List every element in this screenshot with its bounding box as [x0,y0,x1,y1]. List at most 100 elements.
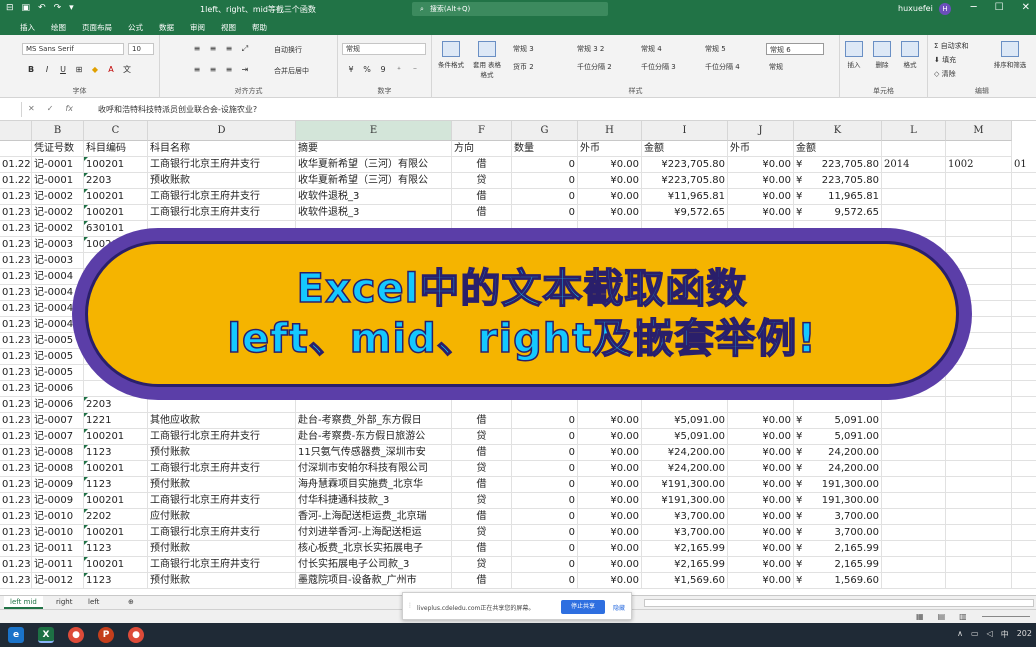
indent-icon[interactable]: ⇥ [240,65,250,75]
date-cell[interactable]: 01.23 [0,317,32,333]
stop-sharing-button[interactable]: 停止共享 [561,600,605,614]
date-cell[interactable]: 01.23 [0,189,32,205]
cell[interactable] [882,525,946,541]
cell[interactable] [882,509,946,525]
quantity-cell[interactable]: 0 [512,445,578,461]
account-code-cell[interactable]: 100201 [84,461,148,477]
input-language[interactable]: 中 [1001,629,1009,640]
wrap-text-button[interactable]: 自动换行 [274,45,302,55]
voucher-cell[interactable]: 记-0005 [32,349,84,365]
quantity-cell[interactable]: 0 [512,509,578,525]
amount-cell[interactable]: ¥191,300.00 [642,493,728,509]
direction-cell[interactable]: 借 [452,205,512,221]
merge-center-button[interactable]: 合并后居中 [274,66,309,76]
format-button[interactable]: 格式 [896,41,924,69]
account-code-cell[interactable]: 100201 [84,157,148,173]
clear-button[interactable]: ◇ 清除 [934,69,956,79]
style-thousands-4[interactable]: 千位分隔 4 [702,61,760,73]
date-cell[interactable]: 01.23 [0,557,32,573]
column-header-J[interactable]: J [728,121,794,141]
column-header-L[interactable]: L [882,121,946,141]
amount-cell[interactable]: ¥3,700.00 [642,509,728,525]
cell[interactable] [1012,509,1036,525]
quantity-cell[interactable]: 0 [512,189,578,205]
cell[interactable] [946,541,1012,557]
cell[interactable] [946,445,1012,461]
cell[interactable] [1012,557,1036,573]
cell[interactable]: 01 [1012,157,1036,173]
delete-button[interactable]: 删除 [868,41,896,69]
tab-help[interactable]: 帮助 [244,18,275,35]
date-cell[interactable]: 01.23 [0,237,32,253]
ie-icon[interactable]: e [8,627,24,643]
formula-input[interactable]: 收呼和浩特科技特派员创业联合会-设施农业? [98,104,257,115]
foreign-currency-cell[interactable]: ¥0.00 [578,461,642,477]
cell[interactable] [946,397,1012,413]
cell[interactable] [1012,269,1036,285]
align-center-icon[interactable]: ≡ [208,65,218,75]
date-cell[interactable]: 01.23 [0,429,32,445]
amount-cell[interactable]: ¥3,700.00 [794,525,882,541]
column-header-M[interactable]: M [946,121,1012,141]
direction-cell[interactable]: 贷 [452,493,512,509]
foreign-currency-cell[interactable]: ¥0.00 [728,573,794,589]
page-break-view-icon[interactable]: ▥ [959,612,967,621]
account-code-cell[interactable]: 1123 [84,573,148,589]
minimize-icon[interactable]: ─ [971,2,977,13]
voucher-cell[interactable]: 记-0007 [32,429,84,445]
redo-icon[interactable]: ↷ [54,3,62,13]
fill-button[interactable]: ⬇ 填充 [934,55,956,65]
page-layout-view-icon[interactable]: ▤ [938,612,946,621]
voucher-cell[interactable]: 记-0002 [32,189,84,205]
quantity-cell[interactable]: 0 [512,205,578,221]
date-cell[interactable]: 01.23 [0,541,32,557]
style-normal-4[interactable]: 常规 4 [638,43,696,55]
amount-cell[interactable]: ¥3,700.00 [794,509,882,525]
date-cell[interactable]: 01.23 [0,477,32,493]
cell[interactable] [946,429,1012,445]
cell[interactable] [1012,333,1036,349]
date-cell[interactable]: 01.23 [0,349,32,365]
voucher-cell[interactable]: 记-0006 [32,397,84,413]
date-cell[interactable]: 01.22 [0,157,32,173]
header-cell[interactable]: 摘要 [296,141,452,157]
header-cell[interactable]: 外币 [728,141,794,157]
header-cell[interactable]: 外币 [578,141,642,157]
italic-icon[interactable]: I [42,65,52,75]
enter-icon[interactable]: ✓ [47,104,54,113]
cell[interactable] [946,221,1012,237]
account-code-cell[interactable]: 100201 [84,557,148,573]
date-cell[interactable]: 01.23 [0,573,32,589]
cell[interactable] [1012,349,1036,365]
voucher-cell[interactable]: 记-0007 [32,413,84,429]
comma-icon[interactable]: 9 [378,65,388,75]
account-code-cell[interactable]: 1221 [84,413,148,429]
direction-cell[interactable]: 贷 [452,429,512,445]
foreign-currency-cell[interactable]: ¥0.00 [728,189,794,205]
cell[interactable] [1012,461,1036,477]
account-name-cell[interactable]: 工商银行北京王府井支行 [148,461,296,477]
memo-cell[interactable]: 赴台-考察费-东方假日旅游公 [296,429,452,445]
foreign-currency-cell[interactable]: ¥0.00 [728,205,794,221]
table-format-button[interactable]: 套用 表格格式 [470,41,504,79]
amount-cell[interactable]: ¥223,705.80 [794,157,882,173]
header-cell[interactable]: 数量 [512,141,578,157]
cell[interactable] [882,445,946,461]
voucher-cell[interactable]: 记-0003 [32,237,84,253]
cell[interactable] [1012,301,1036,317]
foreign-currency-cell[interactable]: ¥0.00 [578,157,642,173]
date-cell[interactable]: 01.23 [0,205,32,221]
tab-view[interactable]: 视图 [213,18,244,35]
foreign-currency-cell[interactable]: ¥0.00 [728,541,794,557]
header-cell[interactable]: 科目名称 [148,141,296,157]
foreign-currency-cell[interactable]: ¥0.00 [578,205,642,221]
undo-icon[interactable]: ↶ [38,3,46,13]
voucher-cell[interactable]: 记-0003 [32,253,84,269]
underline-icon[interactable]: U [58,65,68,75]
number-format-select[interactable]: 常规 [342,43,426,55]
direction-cell[interactable]: 借 [452,477,512,493]
foreign-currency-cell[interactable]: ¥0.00 [728,477,794,493]
account-code-cell[interactable]: 100201 [84,189,148,205]
cancel-icon[interactable]: ✕ [28,104,35,113]
cell[interactable] [1012,285,1036,301]
